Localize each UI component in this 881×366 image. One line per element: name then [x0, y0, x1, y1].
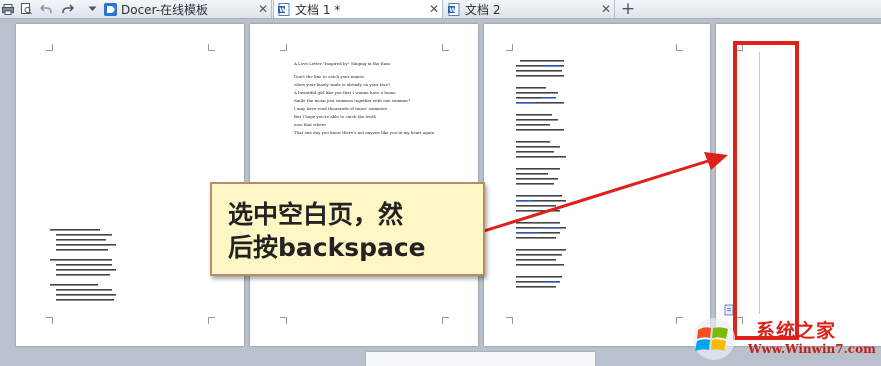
close-icon[interactable]: ✕ — [598, 2, 614, 16]
tab-docer[interactable]: Docer-在线模板 ✕ — [100, 0, 272, 18]
text-line: Smile the moon just summon together with… — [294, 98, 411, 103]
text-line: A Love Letter "Inspired by" Singing in t… — [294, 61, 390, 66]
margin-mark — [736, 44, 743, 51]
new-tab-button[interactable]: + — [618, 0, 638, 19]
tab-document-2[interactable]: W 文档 2 ✕ — [444, 0, 615, 18]
margin-mark — [506, 317, 513, 324]
callout-line-2: 后按backspace — [228, 233, 426, 262]
margin-mark — [208, 317, 215, 324]
tab-label: Docer-在线模板 — [121, 2, 209, 17]
page-3-body-text — [516, 60, 566, 288]
margin-mark — [280, 317, 287, 324]
watermark-title: 系统之家 — [756, 320, 837, 342]
watermark-url: Www.Winwin7.com — [748, 342, 876, 356]
tab-label: 文档 2 — [465, 2, 501, 17]
margin-mark — [506, 44, 513, 51]
document-page-3[interactable] — [484, 24, 710, 346]
redo-icon[interactable] — [60, 0, 76, 18]
close-icon[interactable]: ✕ — [426, 2, 442, 16]
text-line: That one day you know there's not anyone… — [294, 130, 435, 135]
svg-text:W: W — [279, 6, 286, 14]
margin-mark — [46, 44, 53, 51]
margin-mark — [676, 317, 683, 324]
page-1-body-text — [50, 229, 116, 301]
blank-document-page[interactable] — [716, 24, 881, 346]
text-line: when your lonely smile is already on you… — [294, 82, 391, 87]
text-cursor-line — [759, 52, 760, 314]
svg-text:W: W — [449, 6, 456, 14]
horizontal-scrollbar[interactable] — [366, 352, 595, 366]
text-line: A beautiful girl like you that I wanna h… — [294, 90, 396, 95]
watermark: 系统之家 Www.Winwin7.com — [684, 314, 881, 366]
text-line: I may have read thousands of times' summ… — [294, 106, 388, 111]
customize-dropdown-icon[interactable] — [84, 0, 100, 18]
tab-bar: Docer-在线模板 ✕ W 文档 1 * ✕ W 文档 2 ✕ + — [0, 0, 881, 19]
text-line: Don't the line to catch your names — [294, 74, 364, 79]
docer-icon — [104, 2, 117, 16]
margin-mark — [208, 44, 215, 51]
text-line: now that where — [294, 122, 326, 127]
undo-icon[interactable] — [38, 0, 54, 18]
page-2-body-text: A Love Letter "Inspired by" Singing in t… — [294, 60, 434, 137]
margin-mark — [46, 317, 53, 324]
callout-line-1: 选中空白页，然 — [228, 200, 404, 229]
text-line: But I hope you're able to catch the trut… — [294, 114, 376, 119]
writer-doc-icon: W — [448, 2, 460, 16]
writer-doc-icon: W — [278, 2, 290, 16]
instruction-callout: 选中空白页，然 后按backspace — [210, 182, 485, 276]
close-icon[interactable]: ✕ — [255, 2, 271, 16]
margin-mark — [442, 317, 449, 324]
margin-mark — [442, 44, 449, 51]
margin-mark — [280, 44, 287, 51]
tab-document-1[interactable]: W 文档 1 * ✕ — [273, 0, 443, 18]
margin-mark — [676, 44, 683, 51]
tab-label: 文档 1 * — [295, 2, 341, 17]
windows-logo-icon — [693, 318, 735, 360]
print-preview-icon[interactable] — [18, 0, 34, 18]
print-icon[interactable] — [0, 0, 16, 18]
